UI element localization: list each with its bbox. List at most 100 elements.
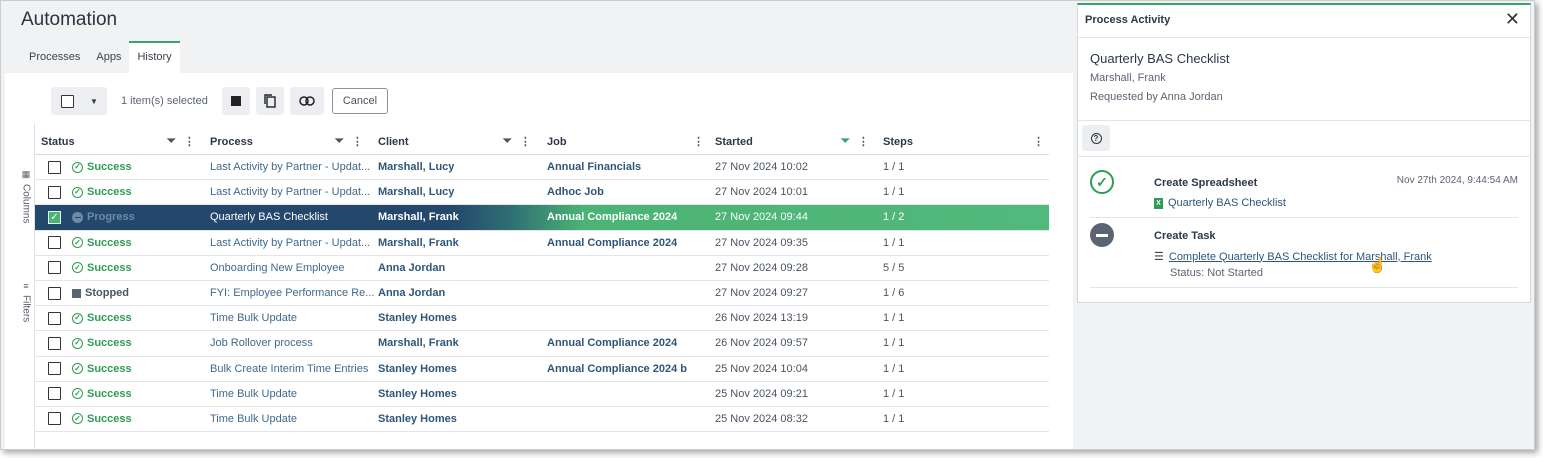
spreadsheet-name: Quarterly BAS Checklist	[1168, 197, 1286, 209]
table-row[interactable]: ✓ Progress Quarterly BAS Checklist Marshall…	[35, 205, 1049, 231]
row-checkbox[interactable]	[48, 362, 61, 376]
filter-icon[interactable]: ⏷	[335, 135, 344, 148]
process-cell: Job Rollover process	[210, 337, 313, 350]
kebab-menu-icon[interactable]: ⋮	[184, 135, 195, 148]
table-row[interactable]: ✓ Success Time Bulk Update Stanley Homes 25 …	[35, 407, 1049, 433]
kebab-menu-icon[interactable]: ⋮	[858, 135, 869, 148]
header-client[interactable]: Client	[378, 129, 409, 154]
row-checkbox[interactable]	[48, 160, 61, 174]
process-cell: Time Bulk Update	[210, 387, 298, 400]
status-cell: ✓ Success	[72, 382, 132, 406]
app-window: Automation Processes Apps History ▼ 1 it…	[0, 0, 1535, 450]
client-cell: Marshall, Frank	[378, 211, 459, 224]
status-label: Success	[87, 362, 132, 375]
cancel-button[interactable]: Cancel	[331, 88, 389, 114]
row-checkbox[interactable]	[48, 311, 61, 325]
select-all-checkbox[interactable]	[61, 94, 74, 108]
header-steps[interactable]: Steps	[883, 129, 913, 154]
row-checkbox[interactable]	[48, 286, 61, 300]
success-icon: ✓	[72, 262, 83, 274]
select-all-dropdown[interactable]: ▼	[51, 87, 107, 115]
status-label: Stopped	[85, 287, 129, 300]
progress-icon	[72, 211, 83, 223]
filter-icon[interactable]: ⏷	[167, 135, 176, 148]
help-button[interactable]: ?	[1082, 125, 1110, 151]
client-cell: Marshall, Frank	[378, 337, 459, 350]
activity-title: Create Spreadsheet	[1154, 177, 1258, 189]
table-row[interactable]: Stopped FYI: Employee Performance Re... An…	[35, 281, 1049, 307]
toolbar: ▼ 1 item(s) selected Cancel	[51, 87, 389, 115]
link-button[interactable]	[289, 87, 324, 115]
activity-task-item: ☰ Complete Quarterly BAS Checklist for M…	[1154, 250, 1432, 264]
grid-icon: ▦	[21, 169, 31, 179]
success-icon: ✓	[72, 337, 83, 349]
kebab-menu-icon[interactable]: ⋮	[1033, 135, 1044, 148]
status-cell: ✓ Success	[72, 256, 132, 280]
hand-cursor-icon: ☝	[1368, 257, 1387, 274]
tab-apps[interactable]: Apps	[88, 41, 129, 73]
process-cell: Quarterly BAS Checklist	[210, 211, 328, 224]
copy-button[interactable]	[255, 87, 284, 115]
kebab-menu-icon[interactable]: ⋮	[693, 135, 704, 148]
success-icon: ✓	[72, 186, 83, 198]
header-job[interactable]: Job	[547, 129, 567, 154]
started-cell: 26 Nov 2024 13:19	[715, 312, 808, 325]
activity-title: Create Task	[1154, 230, 1216, 242]
success-icon: ✓	[72, 237, 83, 249]
table-row[interactable]: ✓ Success Last Activity by Partner - Updat…	[35, 231, 1049, 256]
steps-cell: 1 / 1	[883, 186, 905, 199]
kebab-menu-icon[interactable]: ⋮	[352, 135, 363, 148]
close-icon[interactable]: ✕	[1505, 9, 1520, 30]
header-started[interactable]: Started	[715, 129, 753, 154]
filter-icon[interactable]: ⏷	[503, 135, 512, 148]
job-cell: Annual Financials	[547, 161, 642, 174]
row-checkbox[interactable]	[48, 236, 61, 250]
row-checkbox[interactable]: ✓	[48, 210, 61, 224]
tab-history[interactable]: History	[129, 41, 180, 73]
header-process[interactable]: Process	[210, 129, 253, 154]
divider	[1078, 37, 1530, 38]
client-cell: Anna Jordan	[378, 287, 446, 300]
status-label: Success	[87, 312, 132, 325]
job-cell: Annual Compliance 2024 b	[547, 362, 687, 375]
divider	[1090, 287, 1518, 288]
steps-cell: 1 / 1	[883, 337, 905, 350]
table-row[interactable]: ✓ Success Time Bulk Update Stanley Homes 26 …	[35, 306, 1049, 332]
table-row[interactable]: ✓ Success Bulk Create Interim Time Entries…	[35, 357, 1049, 382]
requested-by: Requested by Anna Jordan	[1090, 91, 1223, 103]
divider	[1078, 156, 1530, 157]
tab-processes[interactable]: Processes	[21, 41, 88, 73]
client-cell: Stanley Homes	[378, 312, 457, 325]
kebab-menu-icon[interactable]: ⋮	[520, 135, 531, 148]
activity-spreadsheet-item[interactable]: X Quarterly BAS Checklist	[1154, 197, 1286, 209]
started-cell: 25 Nov 2024 10:04	[715, 362, 808, 375]
table-row[interactable]: ✓ Success Last Activity by Partner - Updat…	[35, 155, 1049, 181]
task-link[interactable]: Complete Quarterly BAS Checklist for Mar…	[1169, 251, 1432, 263]
table-row[interactable]: ✓ Success Onboarding New Employee Anna Jord…	[35, 256, 1049, 281]
row-checkbox[interactable]	[48, 387, 61, 401]
row-checkbox[interactable]	[48, 336, 61, 350]
status-label: Success	[87, 161, 132, 174]
status-cell: ✓ Success	[72, 357, 132, 381]
table-row[interactable]: ✓ Success Job Rollover process Marshall, Fr…	[35, 331, 1049, 357]
stop-button[interactable]	[221, 87, 250, 115]
header-status[interactable]: Status	[41, 129, 75, 154]
row-checkbox[interactable]	[48, 185, 61, 199]
started-cell: 27 Nov 2024 10:02	[715, 161, 808, 174]
blocked-icon	[1090, 223, 1114, 247]
filters-label: Filters	[20, 295, 32, 323]
help-icon: ?	[1090, 132, 1102, 144]
row-checkbox[interactable]	[48, 412, 61, 426]
table-row[interactable]: ✓ Success Last Activity by Partner - Updat…	[35, 180, 1049, 206]
process-cell: Onboarding New Employee	[210, 261, 345, 274]
row-checkbox[interactable]	[48, 261, 61, 275]
started-cell: 27 Nov 2024 09:27	[715, 287, 808, 300]
started-cell: 26 Nov 2024 09:57	[715, 337, 808, 350]
filters-toggle[interactable]: ≡ Filters	[19, 281, 33, 322]
panel-title: Process Activity	[1085, 14, 1171, 26]
active-filter-icon[interactable]: ⏷	[841, 135, 850, 148]
stop-icon	[230, 96, 241, 106]
table-body: ✓ Success Last Activity by Partner - Updat…	[35, 155, 1049, 433]
table-row[interactable]: ✓ Success Time Bulk Update Stanley Homes 25 …	[35, 382, 1049, 407]
columns-toggle[interactable]: ▦ Columns	[19, 169, 33, 223]
